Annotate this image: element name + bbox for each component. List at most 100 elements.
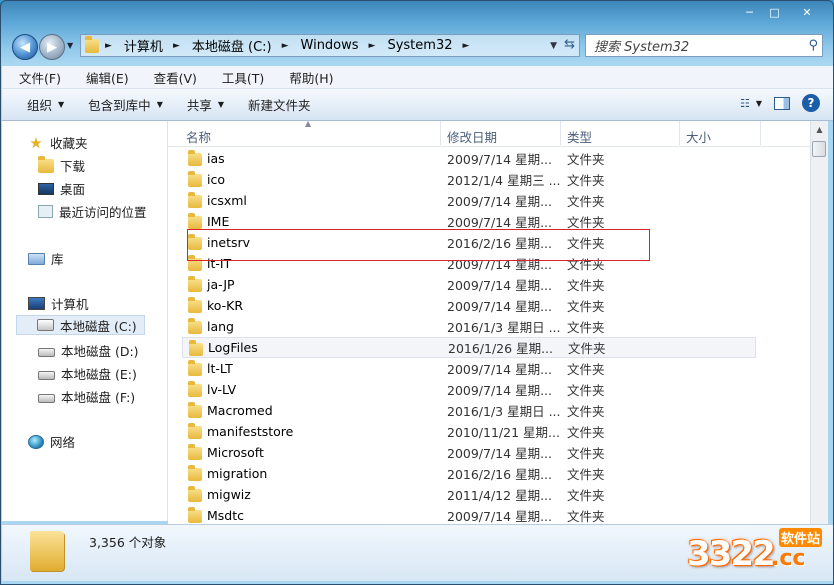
search-placeholder: 搜索 System32 [594,40,690,55]
table-row[interactable]: lv-LV 2009/7/14 星期... 文件夹 [182,379,756,400]
nav-network[interactable]: 网络 [28,432,75,451]
watermark-site-label: 软件站 [779,528,823,547]
table-row[interactable]: lang 2016/1/3 星期日 ... 文件夹 [182,316,756,337]
new-folder-button[interactable]: 新建文件夹 [248,95,311,114]
nav-favorites[interactable]: ★ 收藏夹 [28,133,87,152]
breadcrumb-separator[interactable]: ► [463,41,470,51]
share-button[interactable]: 共享 ▼ [187,95,224,114]
chevron-down-icon: ▼ [217,100,225,109]
table-row[interactable]: manifeststore 2010/11/21 星期... 文件夹 [182,421,756,442]
column-name[interactable]: 名称 [186,127,211,146]
table-row[interactable]: it-IT 2009/7/14 星期... 文件夹 [182,253,756,274]
column-size[interactable]: 大小 [686,127,711,146]
table-row[interactable]: ko-KR 2009/7/14 星期... 文件夹 [182,295,756,316]
forward-button[interactable]: ▶ [39,34,65,60]
nav-recent-places[interactable]: 最近访问的位置 [38,202,147,221]
nav-drive-c[interactable]: 本地磁盘 (C:) [16,315,145,335]
include-in-library-button[interactable]: 包含到库中 ▼ [88,95,163,114]
nav-network-label: 网络 [50,435,76,450]
item-count: 3,356 个对象 [89,535,167,550]
vertical-scrollbar[interactable]: ▲ [810,121,828,524]
breadcrumb-system32[interactable]: System32 [387,38,452,53]
folder-icon [188,192,202,208]
table-row[interactable]: Microsoft 2009/7/14 星期... 文件夹 [182,442,756,463]
file-name: migwiz [207,487,251,502]
nav-drive-c-label: 本地磁盘 (C:) [60,318,137,334]
breadcrumb-separator[interactable]: ► [105,41,112,51]
menu-help[interactable]: 帮助(H) [272,68,341,87]
nav-drive-e[interactable]: 本地磁盘 (E:) [38,364,137,383]
nav-drive-f[interactable]: 本地磁盘 (F:) [38,387,135,406]
maximize-button[interactable]: □ [762,3,787,21]
help-icon[interactable]: ? [802,94,820,112]
breadcrumb-drive-c[interactable]: 本地磁盘 (C:) [192,36,272,55]
organize-label: 组织 [27,98,53,113]
recent-places-icon [38,205,53,218]
recent-pages-dropdown[interactable]: ▼ [67,41,73,50]
file-type: 文件夹 [567,404,605,419]
close-button[interactable]: ✕ [787,3,827,21]
table-row[interactable]: icsxml 2009/7/14 星期... 文件夹 [182,190,756,211]
file-type: 文件夹 [567,320,605,335]
file-modified-date: 2011/4/12 星期... [447,488,552,503]
folder-icon [188,402,202,418]
column-divider[interactable] [440,121,441,145]
file-modified-date: 2009/7/14 星期... [447,215,552,230]
table-row[interactable]: migwiz 2011/4/12 星期... 文件夹 [182,484,756,505]
file-type: 文件夹 [567,509,605,524]
search-icon[interactable]: ⚲ [808,38,818,53]
file-type: 文件夹 [567,425,605,440]
view-options-button[interactable]: ☷ ▼ [740,97,762,110]
breadcrumb-computer[interactable]: 计算机 [124,36,163,55]
breadcrumb-windows[interactable]: Windows [301,38,359,53]
menu-file[interactable]: 文件(F) [2,68,69,87]
table-row[interactable]: lt-LT 2009/7/14 星期... 文件夹 [182,358,756,379]
table-row[interactable]: IME 2009/7/14 星期... 文件夹 [182,211,756,232]
breadcrumb-separator[interactable]: ► [173,41,180,51]
address-bar[interactable]: ► 计算机 ► 本地磁盘 (C:) ► Windows ► System32 ►… [80,34,580,57]
file-modified-date: 2009/7/14 星期... [447,194,552,209]
nav-computer[interactable]: 计算机 [28,294,89,313]
computer-icon [28,297,45,310]
scroll-up-icon[interactable]: ▲ [811,121,828,138]
table-row[interactable]: migration 2016/2/16 星期... 文件夹 [182,463,756,484]
share-label: 共享 [186,98,212,113]
folder-icon [85,35,99,53]
address-history-dropdown[interactable]: ▼ [550,41,557,51]
folder-icon [188,360,202,376]
nav-desktop[interactable]: 桌面 [38,179,85,198]
column-divider[interactable] [760,121,761,145]
folder-icon [188,423,202,439]
nav-libraries[interactable]: 库 [28,249,64,268]
table-row[interactable]: LogFiles 2016/1/26 星期... 文件夹 [182,337,756,358]
table-row[interactable]: ias 2009/7/14 星期... 文件夹 [182,148,756,169]
table-row[interactable]: ja-JP 2009/7/14 星期... 文件夹 [182,274,756,295]
explorer-window: ─ □ ✕ ◀ ▶ ▼ ► 计算机 ► 本地磁盘 (C:) ► Windows … [0,0,834,585]
file-modified-date: 2009/7/14 星期... [447,278,552,293]
minimize-button[interactable]: ─ [737,3,762,21]
file-modified-date: 2016/1/3 星期日 ... [447,404,561,419]
organize-button[interactable]: 组织 ▼ [27,95,64,114]
back-button[interactable]: ◀ [12,34,38,60]
menu-edit[interactable]: 编辑(E) [69,68,137,87]
table-row[interactable]: Msdtc 2009/7/14 星期... 文件夹 [182,505,756,524]
column-type[interactable]: 类型 [567,127,592,146]
chevron-down-icon: ▼ [755,98,762,108]
column-divider[interactable] [560,121,561,145]
breadcrumb-separator[interactable]: ► [282,41,289,51]
file-name: it-IT [207,256,232,271]
menu-tools[interactable]: 工具(T) [205,68,272,87]
column-modified[interactable]: 修改日期 [447,127,497,146]
refresh-icon[interactable]: ⇆ [564,37,575,52]
scroll-thumb[interactable] [812,141,826,157]
preview-pane-icon[interactable] [774,96,790,110]
menu-view[interactable]: 查看(V) [137,68,205,87]
nav-drive-d[interactable]: 本地磁盘 (D:) [38,341,139,360]
column-divider[interactable] [679,121,680,145]
breadcrumb-separator[interactable]: ► [369,41,376,51]
table-row[interactable]: inetsrv 2016/2/16 星期... 文件夹 [182,232,756,253]
search-input[interactable]: 搜索 System32 ⚲ [585,34,823,57]
table-row[interactable]: ico 2012/1/4 星期三 ... 文件夹 [182,169,756,190]
table-row[interactable]: Macromed 2016/1/3 星期日 ... 文件夹 [182,400,756,421]
nav-downloads[interactable]: 下载 [38,155,85,175]
